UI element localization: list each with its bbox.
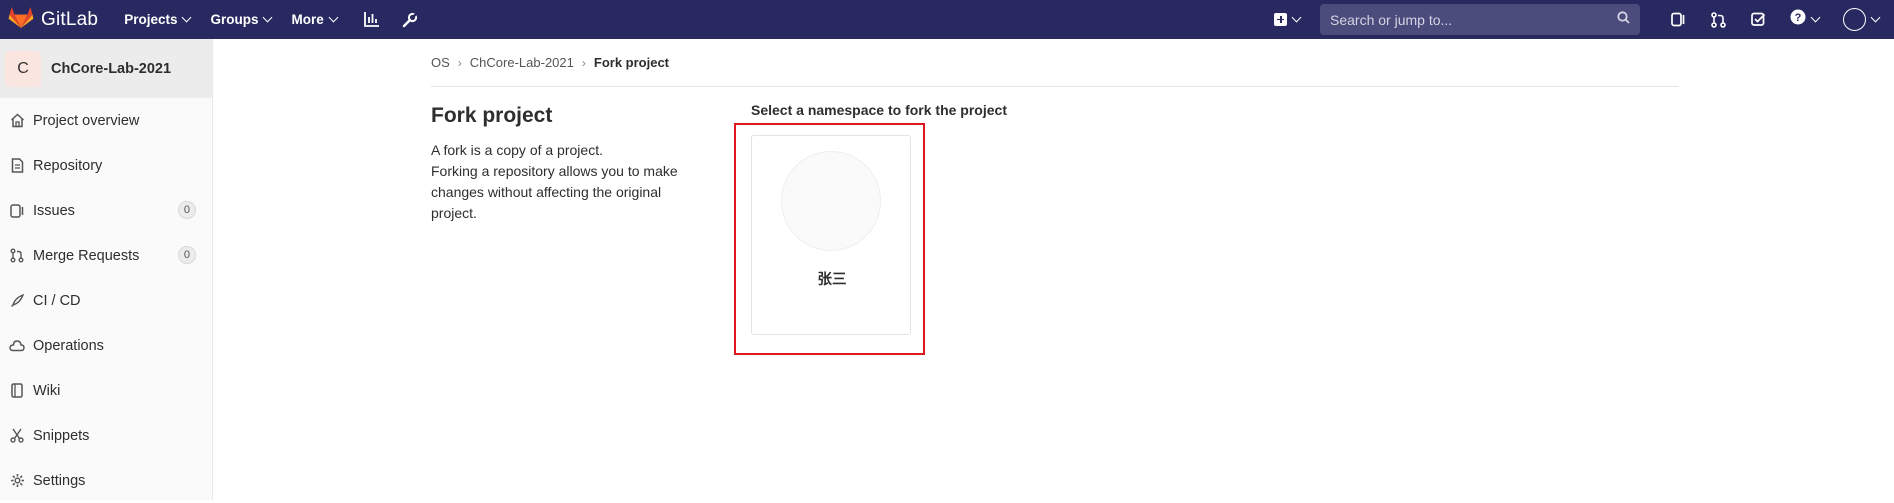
sidebar-item-label: Merge Requests [33,247,140,264]
namespace-avatar [781,151,881,251]
top-navbar: GitLab Projects Groups More Search or ju… [0,0,1894,39]
sidebar-item-label: Project overview [33,112,140,129]
help-question-icon: ? [1790,9,1806,30]
new-item-dropdown[interactable] [1274,12,1302,26]
sidebar-item-merge-requests[interactable]: Merge Requests 0 [0,233,212,278]
breadcrumb-chevron-icon: › [457,55,462,70]
sidebar-item-label: Wiki [33,382,61,399]
todo-checkbox-icon[interactable] [1738,0,1778,39]
breadcrumb-chevron-icon: › [581,55,586,70]
sidebar-item-ci-cd[interactable]: CI / CD [0,278,212,323]
chevron-down-icon [1810,12,1820,23]
page-title: Fork project [431,104,553,127]
sidebar-item-repository[interactable]: Repository [0,143,212,188]
chevron-down-icon [1870,12,1881,23]
issues-count-badge: 0 [177,201,196,219]
fork-description-line2: Forking a repository allows you to make … [431,163,678,221]
fork-description: A fork is a copy of a project. Forking a… [431,140,701,224]
chevron-down-icon [1291,12,1302,23]
project-avatar: C [5,50,41,87]
project-sidebar: C ChCore-Lab-2021 Project overview Repos… [0,39,213,500]
book-icon [8,382,26,400]
namespace-name: 张三 [817,272,847,288]
merge-request-icon [8,247,26,265]
search-placeholder: Search or jump to... [1330,11,1453,28]
sidebar-item-label: Repository [33,157,103,174]
user-avatar-icon [1843,8,1866,31]
sidebar-project-header[interactable]: C ChCore-Lab-2021 [0,39,212,98]
sidebar-item-settings[interactable]: Settings [0,458,212,503]
help-dropdown[interactable]: ? [1778,9,1830,30]
namespace-card[interactable]: 张三 [751,135,911,335]
chevron-down-icon [263,12,273,23]
more-menu[interactable]: More [291,12,339,27]
sidebar-item-label: Snippets [33,427,90,444]
plus-square-icon [1274,13,1287,26]
merge-request-icon[interactable] [1698,0,1738,39]
breadcrumb-current[interactable]: Fork project [594,55,669,70]
sidebar-item-wiki[interactable]: Wiki [0,368,212,413]
activity-chart-icon[interactable] [357,5,387,35]
chevron-down-icon [328,12,339,23]
namespace-select-label: Select a namespace to fork the project [751,102,1007,118]
breadcrumb-project-link[interactable]: ChCore-Lab-2021 [470,55,574,70]
sidebar-item-project-overview[interactable]: Project overview [0,98,212,143]
sidebar-item-label: Operations [33,337,104,354]
gitlab-logo-icon [8,5,34,34]
fork-description-line1: A fork is a copy of a project. [431,142,603,158]
gear-icon [8,472,26,490]
sidebar-item-operations[interactable]: Operations [0,323,212,368]
doc-icon [8,157,26,175]
search-icon [1617,10,1630,29]
gitlab-brand-name: GitLab [41,8,99,30]
sidebar-toggle-icon[interactable] [1658,0,1698,39]
rocket-icon [8,292,26,310]
user-menu[interactable] [1830,8,1892,31]
gitlab-home-link[interactable]: GitLab [8,0,98,39]
sidebar-item-label: CI / CD [33,292,81,309]
breadcrumb-os-link[interactable]: OS [431,55,450,70]
project-name: ChCore-Lab-2021 [51,60,172,77]
scissors-icon [8,427,26,445]
issues-icon [8,202,26,220]
wrench-icon[interactable] [395,5,425,35]
cloud-icon [8,337,26,355]
sidebar-item-label: Issues [33,202,75,219]
svg-text:?: ? [1794,12,1801,24]
more-menu-label: More [291,12,324,27]
sidebar-item-issues[interactable]: Issues 0 [0,188,212,233]
sidebar-item-label: Settings [33,472,86,489]
search-input[interactable]: Search or jump to... [1320,4,1640,35]
home-icon [8,112,26,130]
groups-menu[interactable]: Groups [210,12,273,27]
merge-requests-count-badge: 0 [177,246,196,264]
header-divider [431,86,1679,87]
breadcrumb: OS › ChCore-Lab-2021 › Fork project [431,55,669,70]
chevron-down-icon [182,12,192,23]
sidebar-item-snippets[interactable]: Snippets [0,413,212,458]
projects-menu[interactable]: Projects [124,12,192,27]
projects-menu-label: Projects [124,12,178,27]
groups-menu-label: Groups [210,12,259,27]
